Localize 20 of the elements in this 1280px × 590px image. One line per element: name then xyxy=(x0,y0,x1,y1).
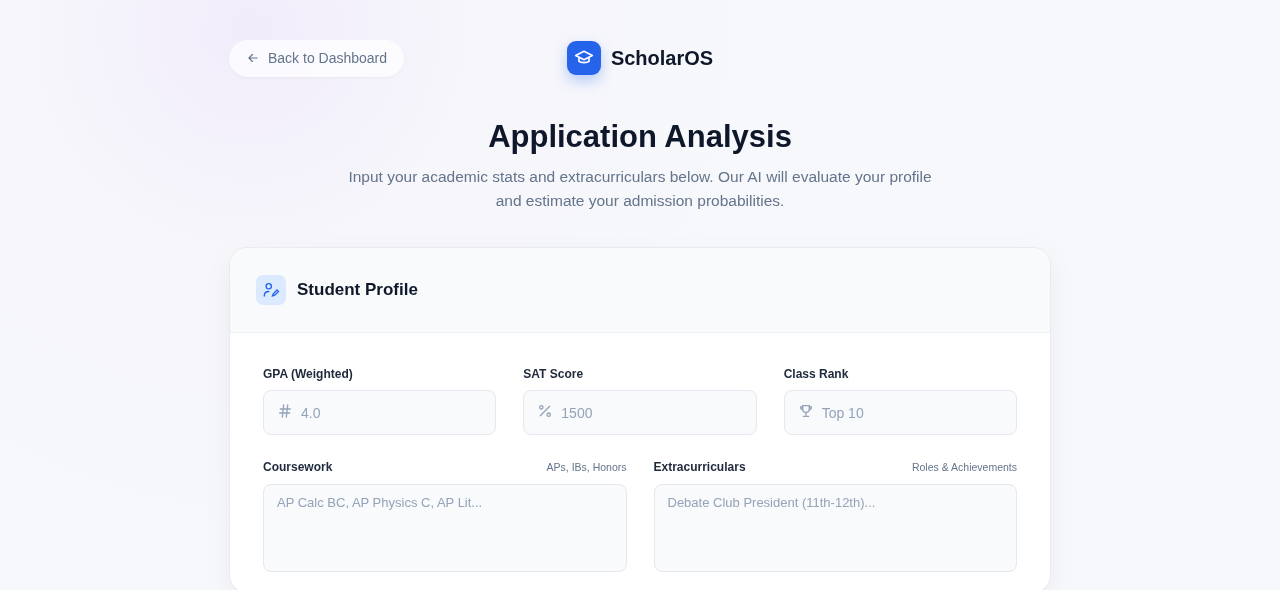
input-field[interactable]: Top 10 xyxy=(783,390,1017,435)
text-area[interactable]: Debate Club President (11th-12th)... xyxy=(653,484,1017,572)
back-button[interactable]: Back to Dashboard xyxy=(229,39,405,77)
field-label: SAT Score xyxy=(523,367,585,381)
field-label: Coursework xyxy=(263,460,333,474)
field-hint: Roles & Achievements xyxy=(911,461,1017,473)
graduation-cap-logo-icon xyxy=(566,41,601,75)
text-area[interactable]: AP Calc BC, AP Physics C, AP Lit... xyxy=(263,484,627,572)
field-label: GPA (Weighted) xyxy=(263,367,354,381)
input-field[interactable]: 4.0 xyxy=(263,390,497,435)
page-subtitle: Input your academic stats and extracurriculars below. Our AI will evaluate your profile and estimate your admission probabilities. xyxy=(347,167,933,211)
field-hint: APs, IBs, Honors xyxy=(546,461,627,473)
user-edit-icon xyxy=(256,275,286,305)
page-title: Application Analysis xyxy=(487,118,793,156)
input-field[interactable]: 1500 xyxy=(523,390,757,435)
card-title: Student Profile xyxy=(297,280,418,300)
field-label: Class Rank xyxy=(783,367,850,381)
field-label: Extracurriculars xyxy=(653,460,746,474)
brand-name: ScholarOS xyxy=(610,46,714,70)
arrow-left-icon xyxy=(246,51,260,65)
